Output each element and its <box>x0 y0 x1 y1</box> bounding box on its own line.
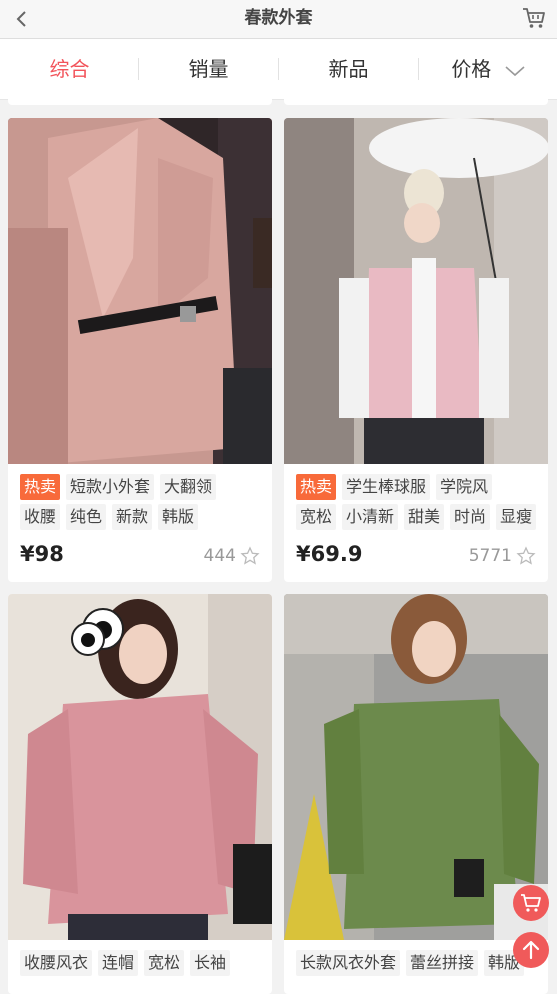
product-image[interactable] <box>284 594 548 940</box>
hot-tag: 热卖 <box>296 474 337 500</box>
tag-row: 热卖 学生棒球服 学院风 <box>296 474 493 500</box>
product-image[interactable] <box>8 594 272 940</box>
cart-icon <box>521 894 541 912</box>
product-card[interactable]: 热卖 学生棒球服 学院风 宽松 小清新 甜美 时尚 显瘦 ¥69.9 5771 <box>284 118 548 582</box>
sales-count: 444 <box>204 546 260 566</box>
back-to-top-button[interactable] <box>513 932 549 968</box>
tag: 收腰 <box>20 504 61 530</box>
tab-price[interactable]: 价格 <box>419 39 557 99</box>
tag-row: 热卖 短款小外套 大翻领 <box>20 474 217 500</box>
tag: 学院风 <box>436 474 493 500</box>
tag: 宽松 <box>144 950 185 976</box>
page-title: 春款外套 <box>244 8 313 28</box>
chevron-down-icon <box>505 65 525 76</box>
product-price: ¥98 <box>20 542 64 566</box>
tag: 短款小外套 <box>66 474 155 500</box>
product-card[interactable]: 收腰风衣 连帽 宽松 长袖 <box>8 594 272 994</box>
tab-label: 综合 <box>49 57 90 81</box>
tag: 长款风衣外套 <box>296 950 401 976</box>
tag: 纯色 <box>66 504 107 530</box>
tag-row: 收腰风衣 连帽 宽松 长袖 <box>20 950 231 976</box>
sort-tabs: 综合 销量 新品 价格 <box>0 39 557 100</box>
star-icon[interactable] <box>240 546 260 566</box>
tag: 蕾丝拼接 <box>406 950 479 976</box>
tag: 新款 <box>112 504 153 530</box>
tab-label: 价格 <box>451 57 492 81</box>
tag: 学生棒球服 <box>342 474 431 500</box>
tag-row: 长款风衣外套 蕾丝拼接 韩版 <box>296 950 525 976</box>
tag: 大翻领 <box>160 474 217 500</box>
sales-number: 5771 <box>468 546 512 566</box>
tag: 显瘦 <box>496 504 537 530</box>
tag: 甜美 <box>404 504 445 530</box>
card-peek <box>284 99 548 105</box>
card-peek <box>8 99 272 105</box>
tab-new[interactable]: 新品 <box>279 39 418 99</box>
arrow-up-icon <box>522 940 540 960</box>
sales-number: 444 <box>203 546 236 566</box>
tag: 宽松 <box>296 504 337 530</box>
tag: 时尚 <box>450 504 491 530</box>
hot-tag: 热卖 <box>20 474 61 500</box>
product-price: ¥69.9 <box>296 542 363 566</box>
product-card[interactable]: 长款风衣外套 蕾丝拼接 韩版 <box>284 594 548 994</box>
product-image[interactable] <box>284 118 548 464</box>
tag-row: 收腰 纯色 新款 韩版 <box>20 504 199 530</box>
sales-count: 5771 <box>469 546 536 566</box>
tag: 连帽 <box>98 950 139 976</box>
tab-comprehensive[interactable]: 综合 <box>0 39 139 99</box>
star-icon[interactable] <box>516 546 536 566</box>
tag: 小清新 <box>342 504 399 530</box>
cart-float-button[interactable] <box>513 885 549 921</box>
top-bar: 春款外套 <box>0 0 557 39</box>
product-card[interactable]: 热卖 短款小外套 大翻领 收腰 纯色 新款 韩版 ¥98 444 <box>8 118 272 582</box>
tag: 长袖 <box>190 950 231 976</box>
tab-label: 新品 <box>328 57 369 81</box>
tag-row: 宽松 小清新 甜美 时尚 显瘦 <box>296 504 537 530</box>
tab-sales[interactable]: 销量 <box>139 39 278 99</box>
product-image[interactable] <box>8 118 272 464</box>
tag: 收腰风衣 <box>20 950 93 976</box>
tag: 韩版 <box>158 504 199 530</box>
cart-icon[interactable] <box>521 5 547 31</box>
tab-label: 销量 <box>188 57 229 81</box>
